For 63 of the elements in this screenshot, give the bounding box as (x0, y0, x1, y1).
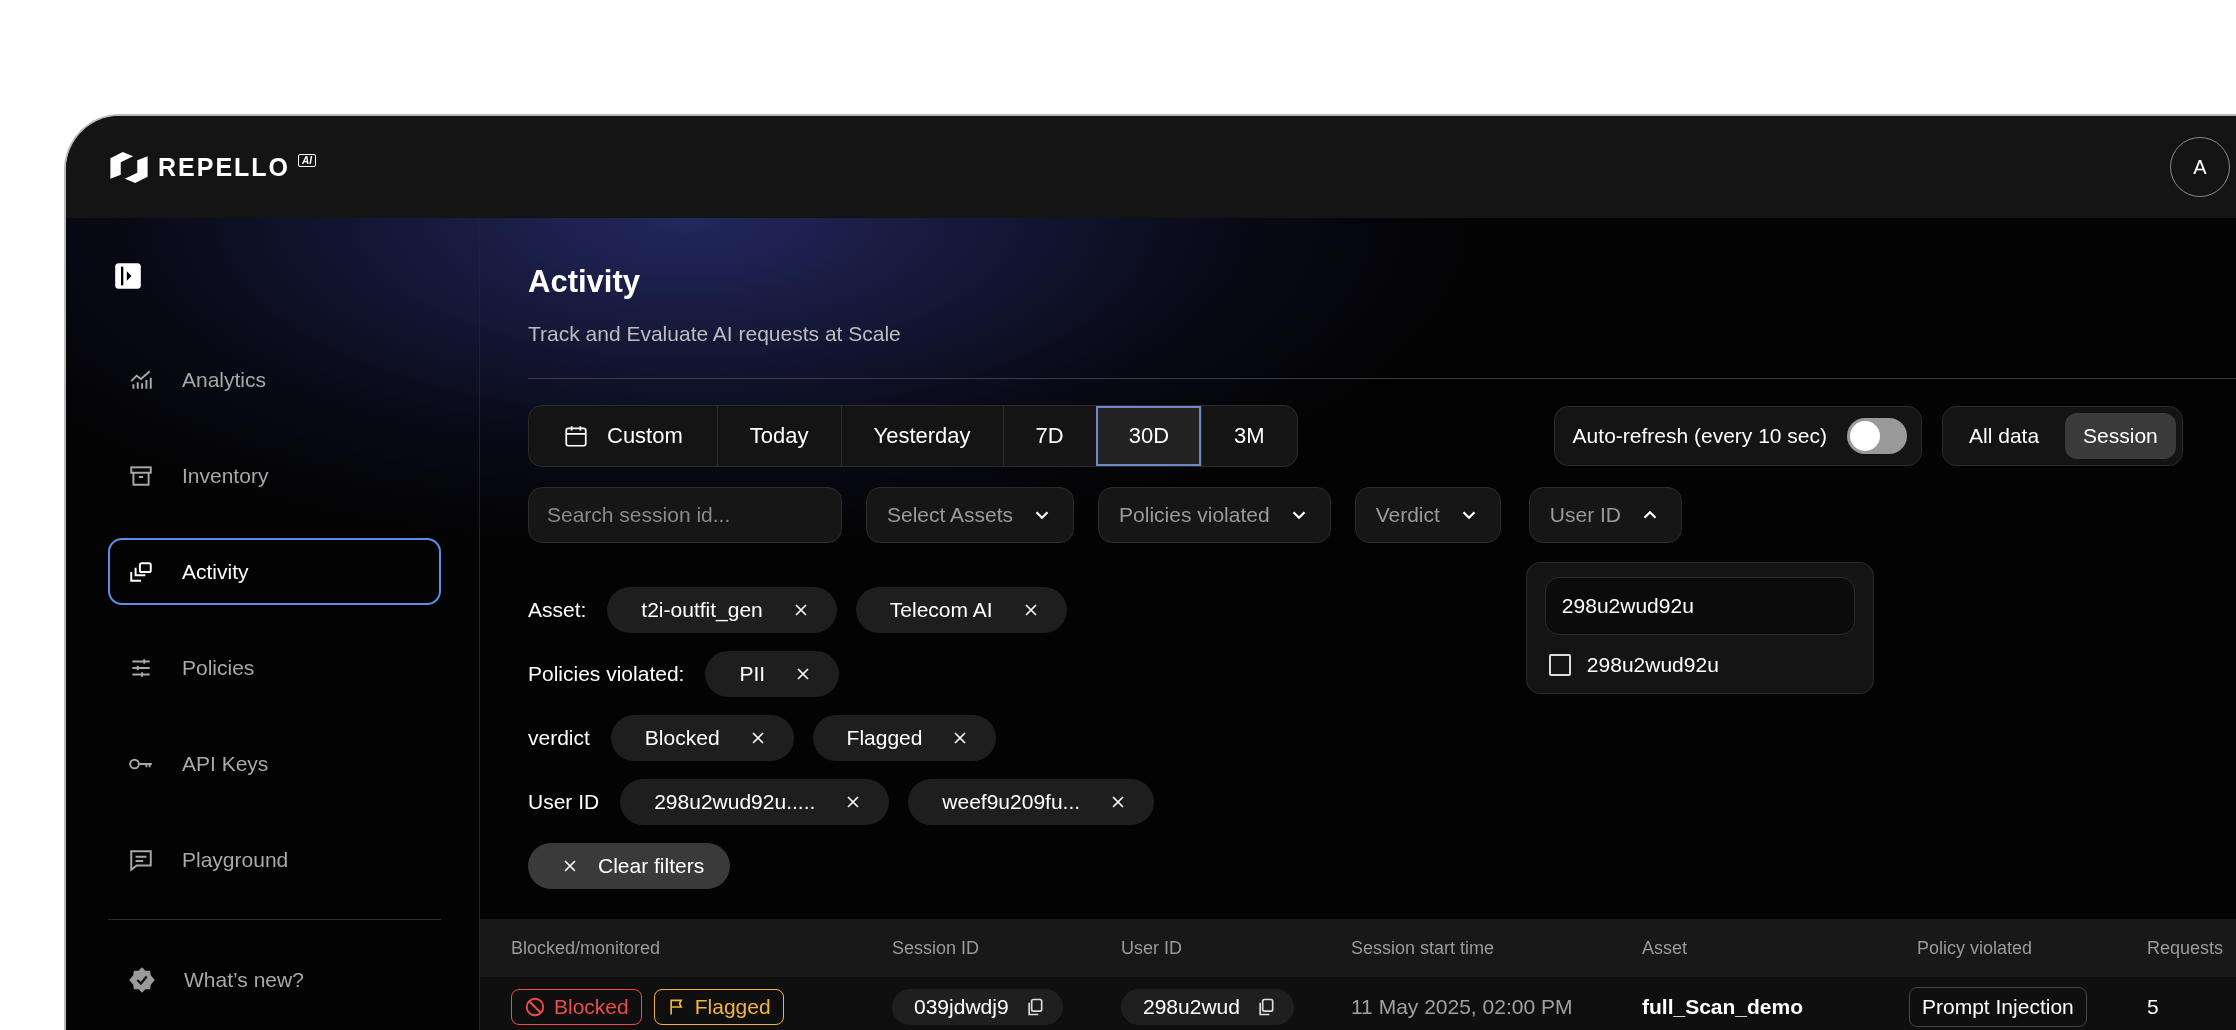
search-field[interactable]: Search session id... (528, 487, 842, 543)
checkbox[interactable] (1548, 654, 1571, 676)
filter-dropdown[interactable]: Policies violated (1098, 487, 1331, 543)
filter-chip[interactable]: PII (705, 651, 840, 697)
column-header: Policy violated (1917, 937, 2034, 959)
filter-label: Asset: (528, 598, 587, 622)
verdict-badge: Blocked (511, 989, 642, 1025)
user-avatar[interactable]: A (2170, 137, 2230, 197)
table-cell: 11 May 2025, 02:00 PM (1351, 995, 1573, 1019)
filter-label: User ID (528, 790, 600, 814)
sidebar-item[interactable]: Analytics (108, 346, 441, 413)
logo-wordmark: REPELLO (158, 152, 291, 182)
filter-chip[interactable]: Telecom AI (855, 587, 1067, 633)
filter-label: verdict (528, 726, 590, 750)
calendar-icon (563, 423, 589, 449)
badge-check-icon (128, 965, 156, 994)
sidebar-item[interactable]: Policies (108, 634, 441, 701)
view-option[interactable]: Session (2065, 413, 2176, 459)
user-id-pill: 298u2wud (1121, 989, 1294, 1025)
date-range-tab[interactable]: Custom (529, 406, 717, 466)
auto-refresh-switch[interactable] (1847, 418, 1908, 454)
filter-chip[interactable]: 298u2wud92u..... (620, 779, 890, 825)
view-option[interactable]: All data (1951, 413, 2058, 459)
date-range-tab[interactable]: 7D (1002, 406, 1096, 466)
column-header: Session start time (1351, 937, 1496, 959)
verdict-badge: Flagged (653, 989, 784, 1025)
filter-chip[interactable]: Flagged (812, 715, 997, 761)
filter-dropdown[interactable]: Verdict (1354, 487, 1501, 543)
filter-chip[interactable]: weef9u209fu... (908, 779, 1155, 825)
date-range-tab[interactable]: 3M (1201, 406, 1297, 466)
clear-filters-button[interactable]: Clear filters (528, 843, 731, 889)
column-header: User ID (1121, 937, 1183, 959)
column-header: Blocked/monitored (511, 937, 662, 959)
date-range-tab[interactable]: Today (716, 406, 841, 466)
table-row[interactable]: Blocked Flagged 039jdwdj9 298u2wud 11 May 2025, 02:00 PM full_Scan_demo Prompt Injection 5 (480, 977, 2236, 1030)
sidebar-item[interactable]: API Keys (108, 730, 441, 797)
page-subtitle: Track and Evaluate AI requests at Scale (528, 321, 902, 347)
auto-refresh-label: Auto-refresh (every 10 sec) (1572, 424, 1828, 448)
filter-label: Policies violated: (528, 662, 685, 686)
date-range-tab[interactable]: 30D (1095, 406, 1202, 466)
sidebar-item[interactable]: Playground (108, 826, 441, 893)
filter-dropdown[interactable]: User ID (1528, 487, 1683, 543)
sidebar-item[interactable]: What’s new? (108, 946, 441, 1013)
logo-tag: AI (298, 153, 317, 167)
sidebar-item[interactable]: Activity (108, 538, 441, 605)
session-id-pill: 039jdwdj9 (892, 989, 1063, 1025)
page-title: Activity (528, 263, 641, 301)
column-header: Asset (1642, 937, 1689, 959)
option-label[interactable]: 298u2wud92u (1586, 653, 1719, 677)
date-range-tab[interactable]: Yesterday (840, 406, 1003, 466)
table-cell: full_Scan_demo (1642, 995, 1804, 1019)
sidebar-item[interactable]: Inventory (108, 442, 441, 509)
policy-tag: Prompt Injection (1909, 987, 2087, 1027)
dropdown-search-field[interactable]: 298u2wud92u (1544, 577, 1855, 635)
blocked-icon (524, 996, 546, 1018)
sidebar-toggle-icon[interactable] (114, 262, 142, 290)
filter-chip[interactable]: Blocked (610, 715, 794, 761)
logo-icon (108, 151, 150, 183)
table-cell: 5 (2147, 995, 2159, 1019)
column-header: Session ID (892, 937, 981, 959)
filter-dropdown[interactable]: Select Assets (866, 487, 1075, 543)
column-header: Requests (2147, 937, 2225, 959)
filter-chip[interactable]: t2i-outfit_gen (607, 587, 837, 633)
